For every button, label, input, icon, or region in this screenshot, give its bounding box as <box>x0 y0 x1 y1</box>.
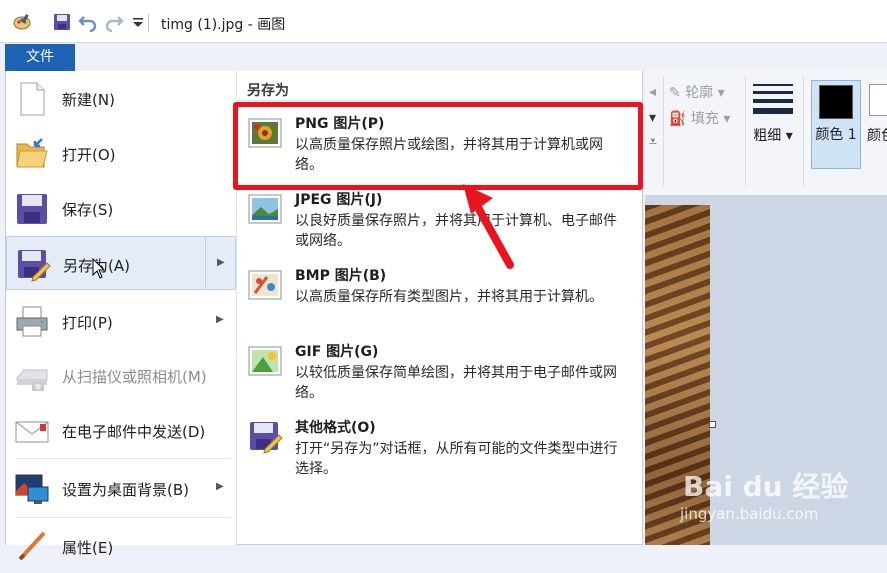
quick-save-icon[interactable] <box>52 12 72 32</box>
ribbon-divider <box>745 76 746 186</box>
color1-swatch <box>819 85 853 119</box>
fill-button[interactable]: ⛽ 填充 ▾ <box>669 108 730 128</box>
desktop-background-icon <box>15 474 49 504</box>
menu-item-properties[interactable]: 属性(E) <box>6 519 236 573</box>
ribbon: ◂ ▾ ⩡ ✎ 轮廓 ▾ ⛽ 填充 ▾ 粗细 ▾ 颜色 1 颜色 <box>645 70 887 196</box>
open-folder-icon <box>16 138 48 168</box>
color1-label: 颜色 1 <box>815 127 857 143</box>
printer-icon <box>16 306 48 337</box>
menu-item-new[interactable]: 新建(N) <box>6 71 236 125</box>
heading-divider <box>237 100 642 101</box>
menu-separator <box>16 458 231 459</box>
annotation-arrow-icon <box>463 184 514 269</box>
window-title: timg (1).jpg - 画图 <box>161 17 286 33</box>
menu-item-save-as[interactable]: 另存为(A) ▶ <box>6 236 236 290</box>
save-as-icon <box>18 250 51 282</box>
submenu-arrow-icon[interactable]: ▶ <box>216 481 224 492</box>
other-formats-icon <box>250 422 283 454</box>
format-gif[interactable]: GIF 图片(G) 以较低质量保存简单绘图，并将其用于电子邮件或网络。 <box>237 333 642 407</box>
format-other[interactable]: 其他格式(O) 打开“另存为”对话框，从所有可能的文件类型中进行选择。 <box>237 409 642 483</box>
shapes-scroll-down[interactable]: ▾ <box>649 110 656 126</box>
watermark-url: jingyan.baidu.com <box>680 505 819 523</box>
undo-icon[interactable] <box>78 12 98 32</box>
gif-image-icon <box>248 346 282 376</box>
file-menu-commands: 新建(N) 打开(O) 保存(S) 另存为(A) ▶ <box>6 71 237 561</box>
line-thickness-icon[interactable] <box>753 84 793 124</box>
outline-pen-icon: ✎ <box>669 85 681 101</box>
menu-separator <box>16 517 231 518</box>
title-bar: timg (1).jpg - 画图 <box>0 0 887 43</box>
paint-app-icon[interactable] <box>12 12 32 32</box>
outline-button[interactable]: ✎ 轮廓 ▾ <box>669 82 725 102</box>
fill-bucket-icon: ⛽ <box>669 111 687 127</box>
shapes-scroll-up[interactable]: ◂ <box>649 84 656 100</box>
submenu-arrow-icon[interactable]: ▶ <box>217 257 225 268</box>
jpeg-image-icon <box>248 194 282 224</box>
submenu-split <box>205 237 206 289</box>
properties-icon <box>18 531 46 561</box>
save-as-heading: 另存为 <box>247 83 289 99</box>
color1-button[interactable]: 颜色 1 <box>811 80 861 169</box>
ribbon-divider <box>803 76 804 186</box>
customize-toolbar-chevron-icon[interactable] <box>128 12 148 32</box>
menu-item-save[interactable]: 保存(S) <box>6 181 236 235</box>
annotation-highlight-box <box>233 102 643 190</box>
menu-item-print[interactable]: 打印(P) ▶ <box>6 294 236 348</box>
watermark-brand: Bai du 经验 <box>683 470 849 503</box>
menu-item-open[interactable]: 打开(O) <box>6 126 236 180</box>
scanner-icon <box>16 369 48 391</box>
shapes-expand[interactable]: ⩡ <box>649 134 657 150</box>
menu-item-desktop-background[interactable]: 设置为桌面背景(B) ▶ <box>6 461 236 515</box>
file-tab[interactable]: 文件 <box>5 44 75 71</box>
bmp-image-icon <box>248 270 282 300</box>
redo-icon[interactable] <box>104 12 124 32</box>
mouse-cursor-icon <box>92 258 106 279</box>
title-separator <box>148 14 149 32</box>
submenu-arrow-icon[interactable]: ▶ <box>216 314 224 325</box>
menu-item-email[interactable]: 在电子邮件中发送(D) <box>6 403 236 457</box>
email-icon <box>15 421 49 443</box>
ribbon-divider <box>663 76 664 186</box>
resize-handle[interactable] <box>709 421 716 428</box>
format-jpeg[interactable]: JPEG 图片(J) 以良好质量保存照片，并将其用于计算机、电子邮件或网络。 <box>237 181 642 255</box>
color2-swatch[interactable] <box>869 84 887 116</box>
menu-item-scanner: 从扫描仪或照相机(M) <box>6 348 236 402</box>
new-document-icon <box>20 82 45 116</box>
thickness-button[interactable]: 粗细 ▾ <box>753 126 793 146</box>
save-disk-icon <box>17 194 47 224</box>
color2-label: 颜色 <box>867 128 887 144</box>
format-bmp[interactable]: BMP 图片(B) 以高质量保存所有类型图片，并将其用于计算机。 <box>237 257 642 331</box>
